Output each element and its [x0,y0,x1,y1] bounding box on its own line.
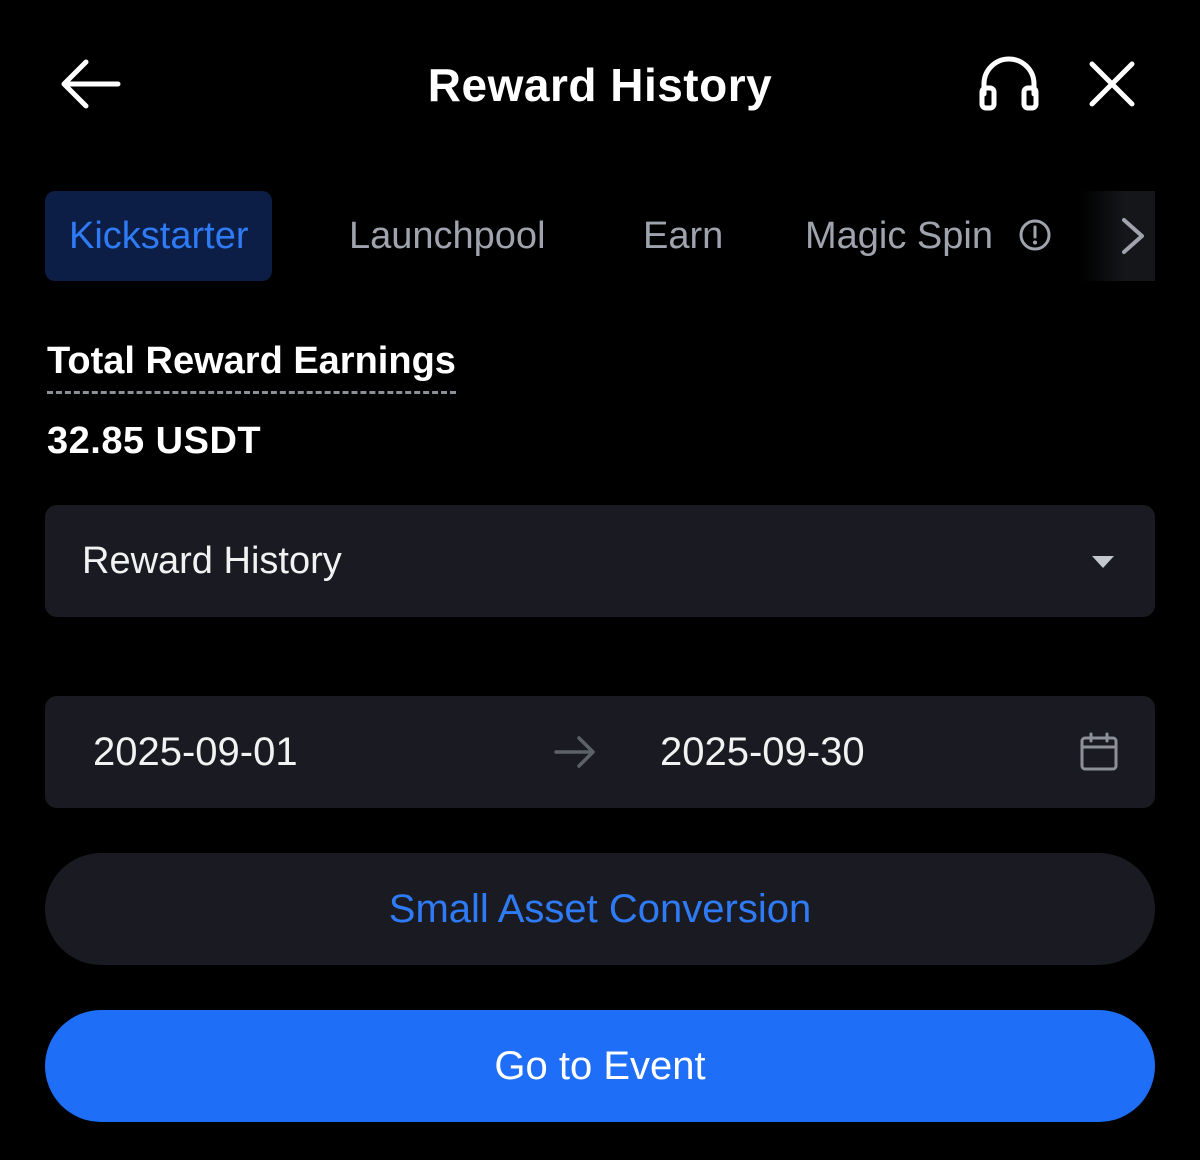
tabs-scroll-right-button[interactable] [1080,191,1155,281]
close-button[interactable] [1082,54,1142,114]
small-asset-conversion-button[interactable]: Small Asset Conversion [45,853,1155,965]
headphones-icon [979,56,1039,111]
tab-kickstarter[interactable]: Kickstarter [45,191,273,281]
history-type-dropdown[interactable]: Reward History [45,505,1155,617]
tab-label: Magic Spin [805,215,993,257]
header: Reward History [0,0,1200,170]
tab-label: Launchpool [349,215,546,257]
calendar-icon[interactable] [1079,732,1119,772]
category-tabs: Kickstarter Launchpool Earn Magic Spin [45,191,1155,281]
total-earnings-label[interactable]: Total Reward Earnings [47,340,456,394]
end-date-field[interactable]: 2025-09-30 [660,696,865,808]
support-button[interactable] [974,52,1044,116]
dropdown-selected-value: Reward History [82,540,342,582]
tab-label: Earn [643,215,724,257]
date-range-picker: 2025-09-01 2025-09-30 [45,696,1155,808]
chevron-right-icon [1122,218,1144,254]
go-to-event-button[interactable]: Go to Event [45,1010,1155,1122]
arrow-right-icon [554,736,595,768]
tab-launchpool[interactable]: Launchpool [349,191,546,281]
info-icon[interactable] [1018,218,1052,252]
caret-down-icon [1092,556,1114,568]
close-icon [1089,61,1135,107]
tab-earn[interactable]: Earn [643,191,723,281]
start-date-field[interactable]: 2025-09-01 [93,696,298,808]
total-earnings-value: 32.85 USDT [47,420,262,462]
tab-magic-spin[interactable]: Magic Spin [805,191,1052,281]
tab-label: Kickstarter [69,215,249,257]
reward-history-page: Reward History Kickstarter Launchpool Ea… [0,0,1200,1160]
